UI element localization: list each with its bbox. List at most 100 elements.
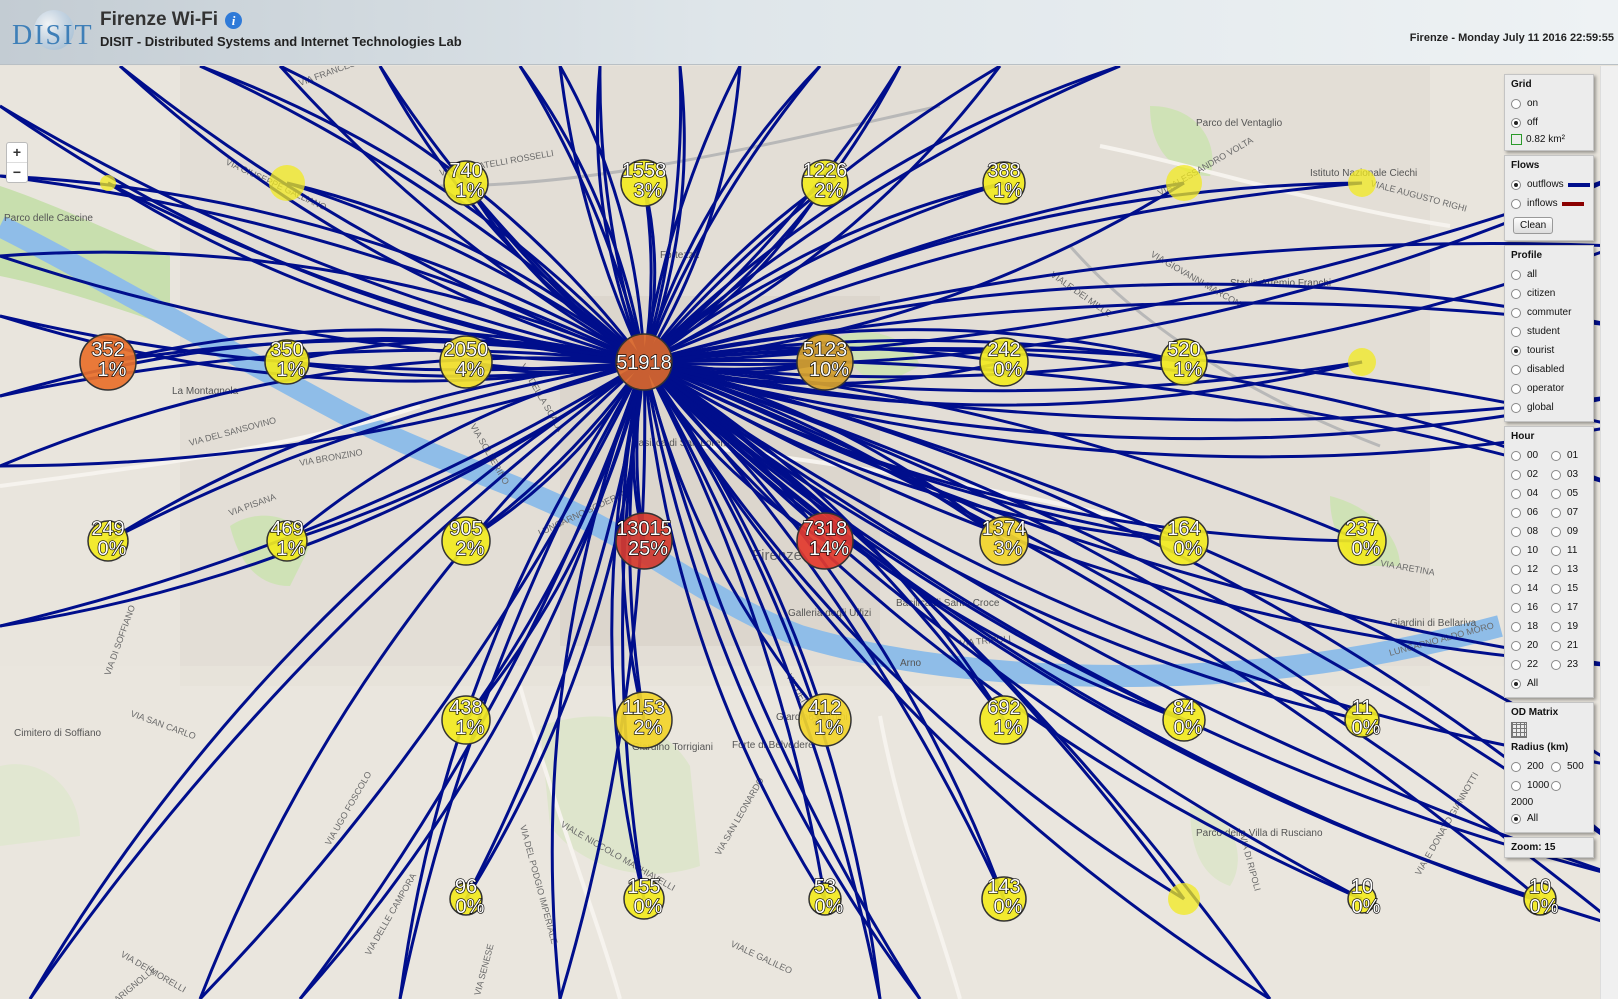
radio-icon[interactable] (1511, 678, 1521, 689)
hour-option-13[interactable]: 13 (1551, 560, 1591, 579)
profile-option-citizen[interactable]: citizen (1511, 284, 1593, 303)
radio-icon[interactable] (1511, 469, 1521, 480)
radio-icon[interactable] (1511, 640, 1521, 651)
faint-cell-marker[interactable] (1166, 165, 1202, 201)
radio-icon[interactable] (1511, 198, 1521, 209)
cell-marker[interactable]: 7401% (443, 159, 489, 206)
zoom-out-button[interactable]: − (7, 163, 27, 182)
cell-marker[interactable]: 2490% (87, 517, 129, 562)
radio-icon[interactable] (1511, 507, 1521, 518)
radius-option-all[interactable]: All (1511, 809, 1593, 828)
radio-icon[interactable] (1511, 450, 1521, 461)
radio-icon[interactable] (1511, 545, 1521, 556)
page-scrollbar[interactable] (1600, 66, 1618, 999)
hour-option-08[interactable]: 08 (1511, 522, 1551, 541)
hour-option-02[interactable]: 02 (1511, 465, 1551, 484)
cell-marker[interactable]: 1640% (1159, 516, 1209, 566)
hour-option-04[interactable]: 04 (1511, 484, 1551, 503)
radio-icon[interactable] (1511, 813, 1521, 824)
hour-option-06[interactable]: 06 (1511, 503, 1551, 522)
hour-option-19[interactable]: 19 (1551, 617, 1591, 636)
radio-icon[interactable] (1551, 469, 1561, 480)
hour-option-20[interactable]: 20 (1511, 636, 1551, 655)
od-matrix-icon[interactable] (1511, 722, 1527, 738)
radio-icon[interactable] (1551, 507, 1561, 518)
hour-option-01[interactable]: 01 (1551, 446, 1591, 465)
hour-option-all[interactable]: All (1511, 674, 1593, 693)
cell-marker[interactable]: 2370% (1337, 516, 1387, 566)
hour-option-07[interactable]: 07 (1551, 503, 1591, 522)
radio-icon[interactable] (1511, 780, 1521, 791)
radio-icon[interactable] (1511, 488, 1521, 499)
cell-marker[interactable]: 1430% (981, 875, 1027, 922)
hour-option-03[interactable]: 03 (1551, 465, 1591, 484)
radio-icon[interactable] (1511, 621, 1521, 632)
radio-icon[interactable] (1511, 117, 1521, 128)
radio-icon[interactable] (1511, 288, 1521, 299)
clean-button[interactable]: Clean (1513, 217, 1554, 234)
cell-marker[interactable]: 3881% (982, 159, 1026, 205)
cell-marker[interactable]: 6921% (979, 695, 1029, 745)
cell-marker[interactable]: 1301525% (615, 512, 673, 570)
info-icon[interactable]: i (225, 12, 242, 29)
radio-icon[interactable] (1511, 659, 1521, 670)
disit-logo[interactable]: DISIT (8, 6, 92, 54)
grid-option-on[interactable]: on (1511, 94, 1593, 113)
radius-option[interactable]: 500 (1551, 757, 1591, 776)
cell-marker[interactable]: 12262% (801, 159, 849, 207)
profile-option-tourist[interactable]: tourist (1511, 341, 1593, 360)
hour-option-22[interactable]: 22 (1511, 655, 1551, 674)
zoom-in-button[interactable]: + (7, 143, 27, 163)
profile-option-all[interactable]: all (1511, 265, 1593, 284)
hour-option-17[interactable]: 17 (1551, 598, 1591, 617)
cell-marker[interactable]: 3521% (79, 333, 137, 391)
cell-marker[interactable]: 13743% (979, 516, 1029, 566)
cell-marker[interactable]: 20504% (439, 335, 493, 389)
radio-icon[interactable] (1511, 564, 1521, 575)
radius-option[interactable]: 200 (1511, 757, 1551, 776)
radio-icon[interactable] (1511, 402, 1521, 413)
hour-option-15[interactable]: 15 (1551, 579, 1591, 598)
profile-option-student[interactable]: student (1511, 322, 1593, 341)
hour-option-10[interactable]: 10 (1511, 541, 1551, 560)
profile-option-operator[interactable]: operator (1511, 379, 1593, 398)
faint-cell-marker[interactable] (1348, 169, 1376, 197)
radio-icon[interactable] (1511, 526, 1521, 537)
radio-icon[interactable] (1511, 583, 1521, 594)
radio-icon[interactable] (1551, 488, 1561, 499)
flows-option-inflows[interactable]: inflows (1511, 194, 1593, 213)
hour-option-05[interactable]: 05 (1551, 484, 1591, 503)
radius-option[interactable]: 1000 (1511, 776, 1551, 795)
radio-icon[interactable] (1551, 780, 1561, 791)
radio-icon[interactable] (1511, 602, 1521, 613)
map-view[interactable]: Parco delle Cascine La Montagnola Fortez… (0, 66, 1618, 999)
radio-icon[interactable] (1511, 98, 1521, 109)
radio-icon[interactable] (1551, 659, 1561, 670)
cell-marker[interactable]: 731814% (796, 512, 854, 570)
hour-option-16[interactable]: 16 (1511, 598, 1551, 617)
hour-option-00[interactable]: 00 (1511, 446, 1551, 465)
radio-icon[interactable] (1551, 583, 1561, 594)
cell-marker[interactable]: 2420% (979, 337, 1029, 387)
cell-marker[interactable]: 9052% (441, 516, 491, 566)
radio-icon[interactable] (1511, 179, 1521, 190)
radio-icon[interactable] (1511, 364, 1521, 375)
hour-option-18[interactable]: 18 (1511, 617, 1551, 636)
radio-icon[interactable] (1551, 450, 1561, 461)
profile-option-disabled[interactable]: disabled (1511, 360, 1593, 379)
cell-marker[interactable]: 1550% (623, 875, 665, 920)
radio-icon[interactable] (1551, 640, 1561, 651)
radio-icon[interactable] (1511, 269, 1521, 280)
flows-option-outflows[interactable]: outflows (1511, 175, 1593, 194)
cell-marker[interactable]: 3501% (264, 338, 310, 385)
cell-marker[interactable]: 15583% (620, 159, 668, 207)
radio-icon[interactable] (1511, 345, 1521, 356)
faint-cell-marker[interactable] (1168, 883, 1200, 915)
radio-icon[interactable] (1511, 307, 1521, 318)
cell-marker[interactable]: 5201% (1160, 338, 1208, 386)
hour-option-12[interactable]: 12 (1511, 560, 1551, 579)
cell-marker[interactable]: 11532% (615, 691, 673, 749)
cell-marker[interactable]: 512310% (796, 333, 854, 391)
cell-marker[interactable]: 4381% (441, 695, 491, 745)
grid-option-off[interactable]: off (1511, 113, 1593, 132)
